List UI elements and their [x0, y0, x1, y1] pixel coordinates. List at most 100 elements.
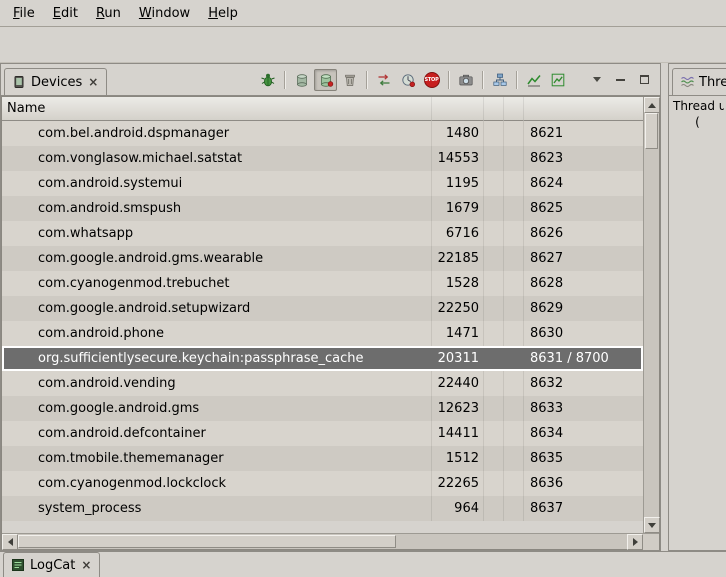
process-port: 8626: [524, 221, 643, 246]
process-table: Name com.bel.android.dspmanager 1480 862…: [1, 96, 660, 550]
start-opengl-trace-button[interactable]: [546, 69, 569, 91]
screen-capture-button[interactable]: [454, 69, 477, 91]
process-name: com.google.android.gms: [2, 396, 432, 421]
logcat-icon: [11, 558, 25, 572]
devices-toolbar: STOP: [256, 64, 660, 95]
scroll-right-icon: [633, 538, 638, 546]
process-cell-empty-1: [484, 271, 504, 296]
process-name: system_process: [2, 496, 432, 521]
process-pid: 22250: [432, 296, 484, 321]
process-port: 8629: [524, 296, 643, 321]
process-name: com.vonglasow.michael.satstat: [2, 146, 432, 171]
devices-tabbar: Devices ×: [1, 64, 660, 96]
update-threads-button[interactable]: [372, 69, 395, 91]
table-row[interactable]: com.google.android.gms.wearable 22185 86…: [2, 246, 643, 271]
process-pid: 14553: [432, 146, 484, 171]
update-heap-icon: [294, 72, 310, 88]
process-pid: 1480: [432, 121, 484, 146]
menu-window[interactable]: Window: [130, 3, 199, 24]
menu-help[interactable]: Help: [199, 3, 247, 24]
close-devices-tab-icon[interactable]: ×: [87, 76, 99, 88]
threads-content: Thread up (: [669, 96, 726, 132]
table-row[interactable]: com.whatsapp 6716 8626: [2, 221, 643, 246]
tab-threads[interactable]: Threads: [672, 68, 726, 96]
process-name: com.google.android.gms.wearable: [2, 246, 432, 271]
column-header-2[interactable]: [504, 97, 524, 121]
table-row[interactable]: com.bel.android.dspmanager 1480 8621: [2, 121, 643, 146]
horizontal-scroll-track[interactable]: [18, 534, 627, 549]
table-row[interactable]: com.cyanogenmod.trebuchet 1528 8628: [2, 271, 643, 296]
table-row[interactable]: com.android.defcontainer 14411 8634: [2, 421, 643, 446]
dump-hprof-button[interactable]: [314, 69, 337, 91]
process-pid: 14411: [432, 421, 484, 446]
tab-threads-label: Threads: [699, 75, 726, 90]
table-row[interactable]: com.cyanogenmod.lockclock 22265 8636: [2, 471, 643, 496]
toolbar-separator: [448, 71, 449, 89]
table-row[interactable]: com.google.android.gms 12623 8633: [2, 396, 643, 421]
process-cell-empty-2: [504, 196, 524, 221]
maximize-button[interactable]: [633, 69, 656, 91]
table-row[interactable]: com.tmobile.thememanager 1512 8635: [2, 446, 643, 471]
update-heap-button[interactable]: [290, 69, 313, 91]
vertical-scrollbar[interactable]: [643, 97, 659, 533]
minimize-button[interactable]: [609, 69, 632, 91]
column-header-port[interactable]: [524, 97, 643, 121]
table-row[interactable]: com.android.vending 22440 8632: [2, 371, 643, 396]
process-name: com.android.defcontainer: [2, 421, 432, 446]
process-pid: 1512: [432, 446, 484, 471]
threads-tabbar: Threads: [669, 64, 726, 96]
scroll-down-icon: [648, 523, 656, 528]
process-cell-empty-1: [484, 246, 504, 271]
column-header-pid[interactable]: [432, 97, 484, 121]
process-port: 8633: [524, 396, 643, 421]
table-row[interactable]: com.android.smspush 1679 8625: [2, 196, 643, 221]
process-cell-empty-2: [504, 121, 524, 146]
scroll-up-button[interactable]: [644, 97, 660, 113]
dump-view-hierarchy-button[interactable]: [488, 69, 511, 91]
scroll-down-button[interactable]: [644, 517, 660, 533]
menu-run[interactable]: Run: [87, 3, 130, 24]
table-row[interactable]: org.sufficientlysecure.keychain:passphra…: [2, 346, 643, 371]
close-logcat-tab-icon[interactable]: ×: [80, 559, 92, 571]
horizontal-scrollbar[interactable]: [2, 533, 659, 549]
table-row[interactable]: system_process 964 8637: [2, 496, 643, 521]
process-pid: 1528: [432, 271, 484, 296]
process-cell-empty-2: [504, 296, 524, 321]
scroll-left-button[interactable]: [2, 534, 18, 550]
process-cell-empty-1: [484, 421, 504, 446]
scrollbar-corner: [643, 534, 659, 550]
debug-process-button[interactable]: [256, 69, 279, 91]
menu-file[interactable]: File: [4, 3, 44, 24]
stop-process-icon: STOP: [424, 72, 440, 88]
menu-edit[interactable]: Edit: [44, 3, 87, 24]
start-method-profiling-icon: [400, 72, 416, 88]
cause-gc-icon: [342, 72, 358, 88]
scroll-right-button[interactable]: [627, 534, 643, 550]
process-name: com.android.phone: [2, 321, 432, 346]
vertical-scroll-track[interactable]: [644, 113, 659, 517]
tab-logcat[interactable]: LogCat ×: [3, 552, 100, 577]
tab-devices-label: Devices: [31, 75, 82, 90]
process-cell-empty-2: [504, 321, 524, 346]
capture-systrace-button[interactable]: [522, 69, 545, 91]
table-row[interactable]: com.android.systemui 1195 8624: [2, 171, 643, 196]
process-name: com.google.android.setupwizard: [2, 296, 432, 321]
scroll-up-icon: [648, 103, 656, 108]
table-row[interactable]: com.google.android.setupwizard 22250 862…: [2, 296, 643, 321]
view-menu-button[interactable]: [585, 69, 608, 91]
process-port: 8624: [524, 171, 643, 196]
start-method-profiling-button[interactable]: [396, 69, 419, 91]
table-row[interactable]: com.vonglasow.michael.satstat 14553 8623: [2, 146, 643, 171]
cause-gc-button[interactable]: [338, 69, 361, 91]
table-row[interactable]: com.android.phone 1471 8630: [2, 321, 643, 346]
column-header-name[interactable]: Name: [2, 97, 432, 121]
process-name: com.android.systemui: [2, 171, 432, 196]
toolbar-separator: [516, 71, 517, 89]
tab-devices[interactable]: Devices ×: [4, 68, 107, 96]
stop-process-button[interactable]: STOP: [420, 69, 443, 91]
vertical-scroll-thumb[interactable]: [645, 113, 658, 149]
column-header-1[interactable]: [484, 97, 504, 121]
panel-sash[interactable]: [661, 63, 668, 551]
horizontal-scroll-thumb[interactable]: [18, 535, 396, 548]
main-toolbar: [0, 27, 726, 63]
